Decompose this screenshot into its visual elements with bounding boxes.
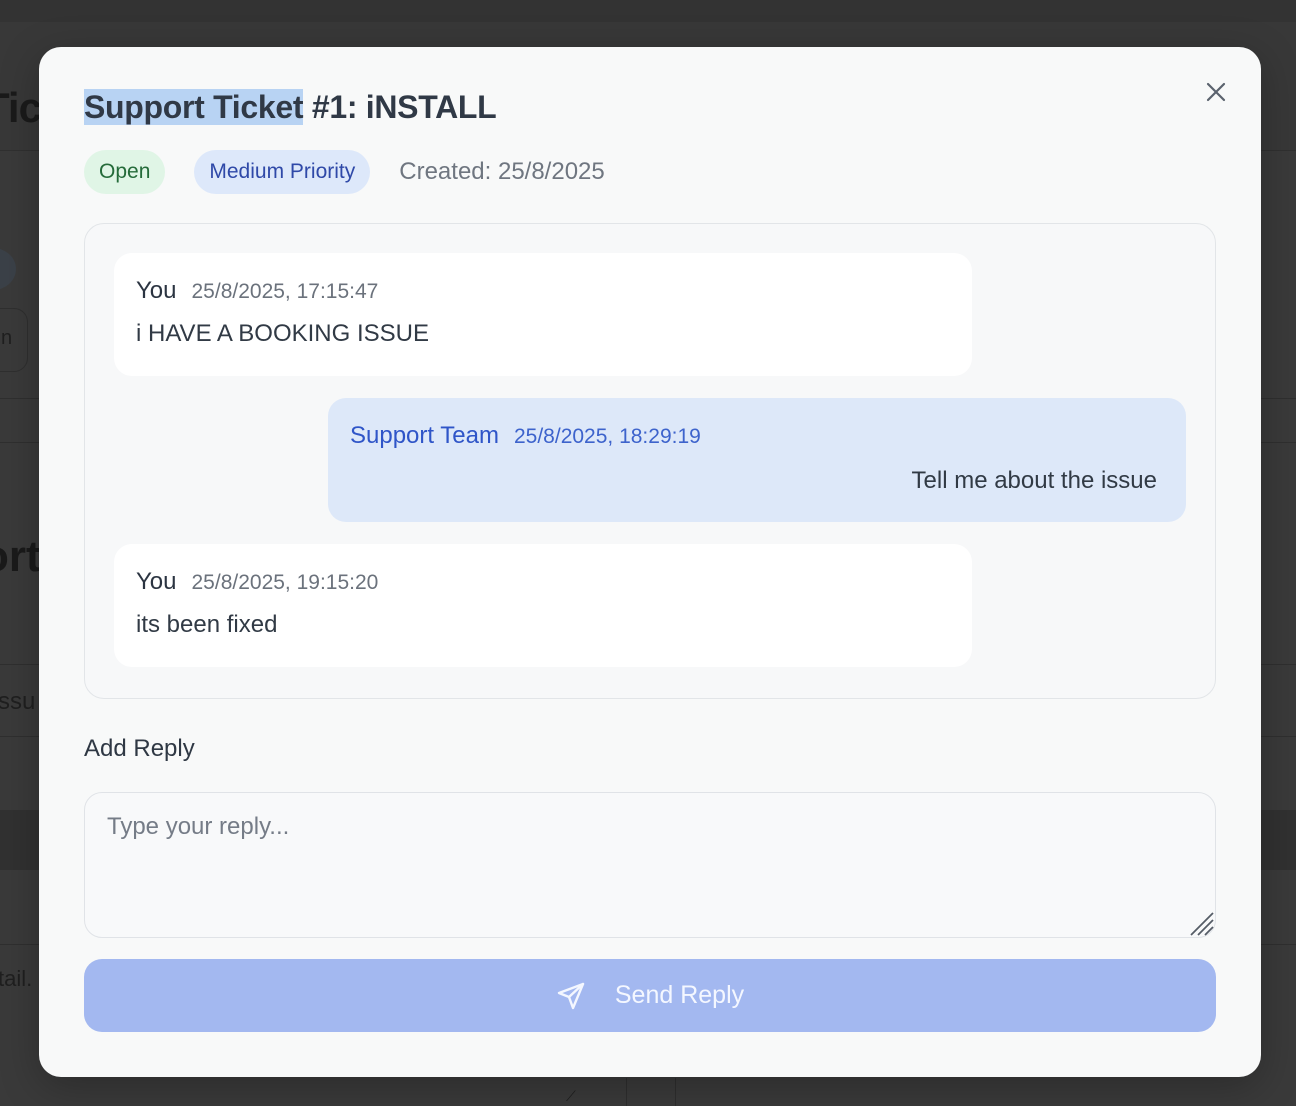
message-time: 25/8/2025, 19:15:20	[191, 571, 379, 594]
ticket-modal: Support Ticket #1: iNSTALL Open Medium P…	[39, 47, 1261, 1077]
message-body: its been fixed	[136, 611, 278, 638]
message-time: 25/8/2025, 18:29:19	[513, 425, 701, 448]
resize-grip-icon[interactable]	[1187, 909, 1215, 937]
modal-title-rest: #1: iNSTALL	[303, 89, 497, 125]
priority-badge: Medium Priority	[194, 150, 371, 194]
background-issue-text: ssu	[0, 688, 36, 715]
reply-label: Add Reply	[84, 735, 195, 762]
message-item: You 25/8/2025, 17:15:47 i HAVE A BOOKING…	[114, 253, 972, 376]
background-section-title: ort	[0, 532, 41, 581]
send-reply-button[interactable]: Send Reply	[84, 959, 1216, 1032]
created-date: Created: 25/8/2025	[399, 158, 605, 185]
send-icon	[556, 981, 586, 1011]
close-icon	[1206, 82, 1226, 102]
message-time: 25/8/2025, 17:15:47	[191, 280, 379, 303]
background-strip	[626, 1078, 676, 1106]
close-button[interactable]	[1197, 73, 1235, 111]
message-header: You 25/8/2025, 19:15:20	[136, 568, 950, 596]
message-body: Tell me about the issue	[911, 467, 1157, 494]
background-title: Tic	[0, 84, 42, 131]
send-reply-label: Send Reply	[614, 981, 745, 1009]
background-avatar	[0, 248, 16, 290]
background-pill-label: n	[1, 327, 13, 349]
modal-title-highlighted: Support Ticket	[84, 89, 304, 125]
modal-title: Support Ticket #1: iNSTALL	[84, 89, 497, 126]
background-detail-text: tail.	[0, 966, 33, 991]
background-topbar	[0, 0, 1296, 23]
background-pill: n	[0, 308, 28, 372]
reply-textarea[interactable]	[84, 792, 1216, 938]
message-item: You 25/8/2025, 19:15:20 its been fixed	[114, 544, 972, 667]
message-header: You 25/8/2025, 17:15:47	[136, 277, 950, 305]
message-body: i HAVE A BOOKING ISSUE	[136, 320, 429, 347]
message-item: Support Team 25/8/2025, 18:29:19 Tell me…	[328, 398, 1186, 522]
background-resize-grip-icon: ⟋	[566, 1088, 576, 1104]
message-author: You	[136, 277, 177, 304]
ticket-meta: Open Medium Priority Created: 25/8/2025	[84, 150, 605, 194]
message-author: You	[136, 568, 177, 595]
message-header: Support Team 25/8/2025, 18:29:19	[350, 422, 1157, 450]
status-badge: Open	[84, 150, 166, 194]
message-author: Support Team	[350, 422, 499, 449]
message-thread: You 25/8/2025, 17:15:47 i HAVE A BOOKING…	[84, 223, 1216, 699]
